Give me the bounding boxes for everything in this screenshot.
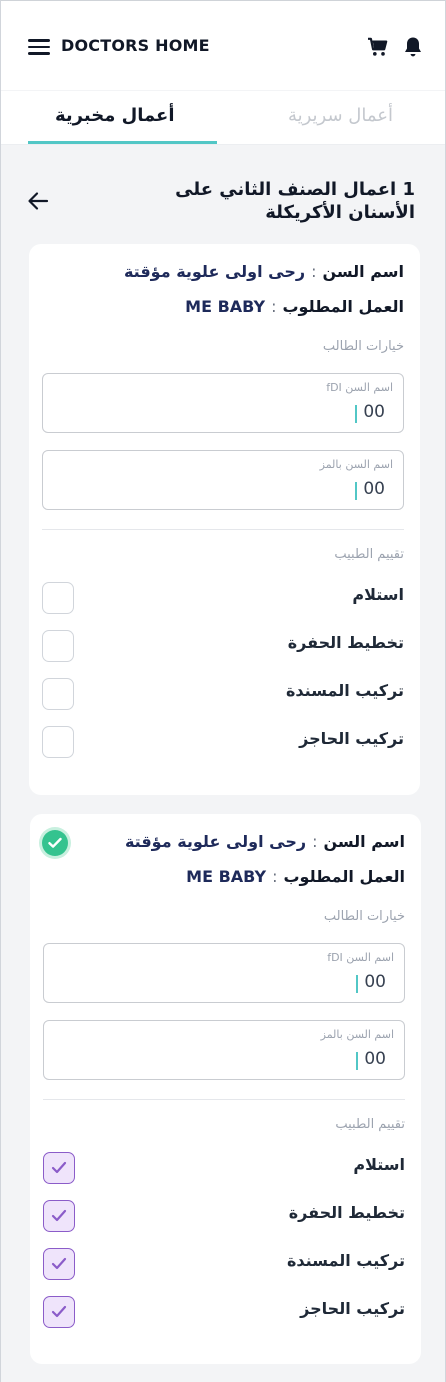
checkbox[interactable] [42,630,74,662]
code-field-value[interactable]: 00 [364,1049,386,1069]
tab-clinical-works[interactable]: أعمال سريرية [288,105,393,126]
fdi-field[interactable]: اسم السن fDI 00 [42,373,404,433]
required-work-row: العمل المطلوب:ME BABY [185,297,404,316]
required-work-label: العمل المطلوب [283,867,405,886]
checkbox-checked[interactable] [43,1200,75,1232]
required-work-row: العمل المطلوب:ME BABY [186,867,405,886]
checklist-item: تخطيط الحفرة [43,1200,405,1232]
checkbox[interactable] [42,726,74,758]
tooth-name-row: اسم السن:رحى اولى علوية مؤقتة [123,262,404,281]
text-caret [356,975,358,993]
divider [42,529,404,530]
checklist-label: تخطيط الحفرة [288,1203,405,1222]
page-title: 1 اعمال الصنف الثاني على الأسنان الأكريك… [175,179,415,223]
tab-bar: أعمال سريرية أعمال مخبرية [1,91,445,145]
text-caret [355,482,357,500]
divider [43,1099,405,1100]
tooth-name-value: رحى اولى علوية مؤقتة [124,832,307,851]
checklist-label: تخطيط الحفرة [287,633,404,652]
checklist-item: استلام [42,582,404,614]
required-work-value: ME BABY [185,297,266,316]
fdi-field[interactable]: اسم السن fDI 00 [43,943,405,1003]
checklist-item: تركيب الحاجز [43,1296,405,1328]
tooth-name-label: اسم السن [323,832,405,851]
required-work-value: ME BABY [186,867,267,886]
code-field[interactable]: اسم السن بالمز 00 [42,450,404,510]
checklist-label: تركيب الحاجز [299,729,404,748]
doctor-evaluation-label: تقييم الطبيب [335,1117,405,1132]
checkbox[interactable] [42,678,74,710]
text-caret [356,1052,358,1070]
completed-check-icon [42,830,68,856]
tooth-name-row: اسم السن:رحى اولى علوية مؤقتة [124,832,405,851]
fdi-field-label: اسم السن fDI [326,381,393,394]
student-options-label: خيارات الطالب [322,339,404,354]
top-bar: DOCTORS HOME [1,0,445,90]
app-logo: DOCTORS HOME [61,36,210,55]
checklist-label: تركيب المسندة [285,681,404,700]
checklist-item: تركيب المسندة [43,1248,405,1280]
fdi-field-value[interactable]: 00 [363,402,385,422]
tooth-name-value: رحى اولى علوية مؤقتة [123,262,306,281]
checklist-item: تركيب المسندة [42,678,404,710]
checkbox-checked[interactable] [43,1152,75,1184]
bell-icon[interactable] [403,36,423,58]
checklist-item: تخطيط الحفرة [42,630,404,662]
fdi-field-value[interactable]: 00 [364,972,386,992]
tab-lab-works[interactable]: أعمال مخبرية [55,105,175,126]
doctor-evaluation-label: تقييم الطبيب [334,547,404,562]
checklist-item: استلام [43,1152,405,1184]
code-field[interactable]: اسم السن بالمز 00 [43,1020,405,1080]
active-tab-indicator [28,141,217,144]
fdi-field-label: اسم السن fDI [327,951,394,964]
code-field-label: اسم السن بالمز [319,458,393,471]
checklist-label: استلام [353,1155,405,1174]
checklist-item: تركيب الحاجز [42,726,404,758]
checklist-label: تركيب المسندة [286,1251,405,1270]
code-field-value[interactable]: 00 [363,479,385,499]
text-caret [355,405,357,423]
work-card: اسم السن:رحى اولى علوية مؤقتة العمل المط… [29,244,420,795]
required-work-label: العمل المطلوب [282,297,404,316]
student-options-label: خيارات الطالب [323,909,405,924]
tooth-name-label: اسم السن [322,262,404,281]
checkbox-checked[interactable] [43,1296,75,1328]
menu-icon[interactable] [28,39,50,55]
checkbox[interactable] [42,582,74,614]
cart-icon[interactable] [367,37,389,57]
code-field-label: اسم السن بالمز [320,1028,394,1041]
checkbox-checked[interactable] [43,1248,75,1280]
checklist-label: استلام [352,585,404,604]
back-arrow-icon[interactable] [27,190,49,212]
checklist-label: تركيب الحاجز [300,1299,405,1318]
work-card: اسم السن:رحى اولى علوية مؤقتة العمل المط… [30,814,421,1364]
